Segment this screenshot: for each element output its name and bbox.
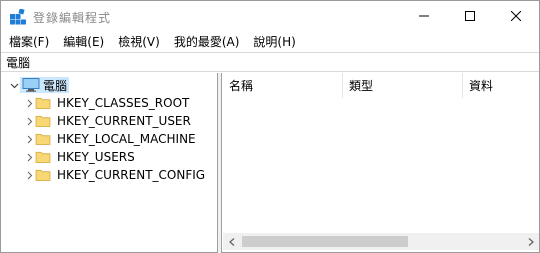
folder-icon	[35, 133, 55, 145]
column-header-label: 類型	[349, 79, 374, 93]
minimize-icon	[419, 10, 429, 24]
scroll-left-button[interactable]	[223, 233, 240, 250]
computer-icon	[22, 78, 40, 92]
scrollbar-thumb[interactable]	[242, 236, 408, 247]
menu-file[interactable]: 檔案(F)	[1, 33, 55, 50]
title-bar[interactable]: 登錄編輯程式	[1, 1, 539, 32]
tree-item-label: HKEY_USERS	[57, 150, 135, 164]
folder-icon	[35, 169, 55, 181]
menu-favorites[interactable]: 我的最愛(A)	[166, 33, 246, 50]
column-header-name[interactable]: 名稱	[223, 73, 343, 98]
tree-item-label: HKEY_LOCAL_MACHINE	[57, 132, 196, 146]
chevron-right-icon[interactable]	[23, 130, 35, 148]
tree-item-hkey-current-config[interactable]: HKEY_CURRENT_CONFIG	[23, 166, 205, 184]
chevron-right-icon[interactable]	[23, 148, 35, 166]
tree-root-selection: 電腦	[20, 77, 70, 93]
tree-item-hkey-current-user[interactable]: HKEY_CURRENT_USER	[23, 112, 191, 130]
tree-item-label: HKEY_CURRENT_CONFIG	[57, 168, 206, 182]
registry-editor-icon	[10, 8, 26, 25]
tree-root-label: 電腦	[43, 78, 68, 93]
column-header-label: 資料	[469, 79, 494, 93]
chevron-right-icon	[528, 235, 534, 249]
chevron-right-icon[interactable]	[23, 166, 35, 184]
folder-icon	[35, 151, 55, 163]
menu-view[interactable]: 檢視(V)	[110, 33, 166, 50]
chevron-left-icon	[228, 235, 235, 249]
tree-root-computer[interactable]: 電腦	[8, 76, 70, 94]
maximize-button[interactable]	[447, 1, 493, 32]
close-button[interactable]	[493, 1, 539, 32]
menu-bar: 檔案(F) 編輯(E) 檢視(V) 我的最愛(A) 說明(H)	[1, 32, 539, 51]
tree-item-hkey-users[interactable]: HKEY_USERS	[23, 148, 135, 166]
horizontal-scrollbar[interactable]	[223, 233, 539, 250]
minimize-button[interactable]	[401, 1, 447, 32]
chevron-right-icon[interactable]	[23, 94, 35, 112]
column-header-data[interactable]: 資料	[463, 73, 540, 98]
maximize-icon	[465, 10, 475, 24]
column-header-type[interactable]: 類型	[343, 73, 463, 98]
folder-icon	[35, 115, 55, 127]
window-title: 登錄編輯程式	[33, 11, 112, 25]
chevron-down-icon[interactable]	[8, 76, 20, 94]
tree-item-hkey-local-machine[interactable]: HKEY_LOCAL_MACHINE	[23, 130, 196, 148]
menu-help[interactable]: 說明(H)	[245, 33, 301, 50]
close-icon	[510, 10, 522, 24]
chevron-right-icon[interactable]	[23, 112, 35, 130]
tree-item-label: HKEY_CURRENT_USER	[57, 114, 191, 128]
tree-pane[interactable]: 電腦 HKEY_CLASSES_ROOT HKEY_CURRENT_USER H…	[1, 73, 218, 253]
menu-edit[interactable]: 編輯(E)	[55, 33, 110, 50]
registry-editor-window: 登錄編輯程式 檔案(F) 編輯(E) 檢視(V) 我的最愛(A) 說明(H) 電…	[0, 0, 540, 253]
address-path: 電腦	[6, 55, 31, 70]
scroll-right-button[interactable]	[522, 233, 539, 250]
tree-item-label: HKEY_CLASSES_ROOT	[57, 96, 190, 110]
values-list-pane[interactable]: 名稱 類型 資料	[223, 73, 539, 253]
address-bar[interactable]: 電腦	[1, 52, 539, 72]
pane-splitter[interactable]	[218, 73, 222, 253]
column-header-label: 名稱	[229, 79, 254, 93]
folder-icon	[35, 97, 55, 109]
tree-item-hkey-classes-root[interactable]: HKEY_CLASSES_ROOT	[23, 94, 189, 112]
